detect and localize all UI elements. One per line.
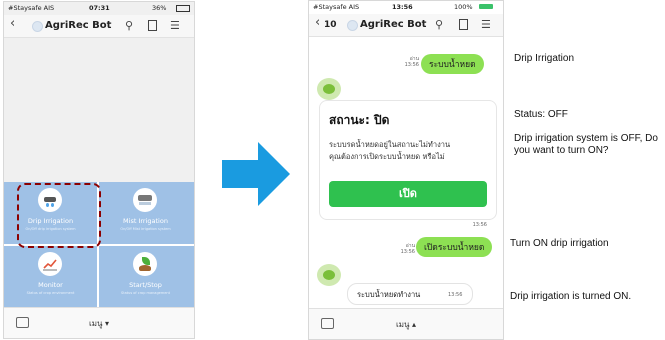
menu-toggle[interactable]: เมนู ▾	[4, 317, 194, 330]
tile-label: Start/Stop	[129, 281, 162, 289]
card-title: สถานะ: ปิด	[329, 113, 390, 127]
status-bar: #Staysafe AIS 13:56 100%	[309, 1, 503, 13]
turn-on-button[interactable]: เปิด	[329, 181, 487, 207]
mist-icon	[133, 188, 157, 212]
annotation-status-off: Status: OFF	[514, 109, 568, 120]
read-timestamp: อ่าน 13:56	[391, 56, 419, 68]
bot-avatar-icon	[317, 78, 341, 100]
unread-count[interactable]: 10	[324, 20, 337, 30]
right-phone-screen: #Staysafe AIS 13:56 100% ‹ 10 AgriRec Bo…	[308, 0, 504, 340]
user-message-bubble: เปิดระบบน้ำหยด	[416, 237, 493, 257]
chat-title: AgriRec Bot	[360, 19, 427, 30]
tile-subtitle: On/Off Mist irrigation system	[120, 227, 171, 231]
menu-icon[interactable]: ☰	[481, 18, 491, 31]
arrow-right-icon	[222, 142, 290, 206]
tile-label: Mist Irrigation	[123, 217, 168, 225]
bot-message-text: ระบบน้ำหยดทำงาน	[357, 290, 421, 299]
annotation-drip-irrigation: Drip Irrigation	[514, 53, 575, 64]
bot-avatar-icon	[347, 20, 358, 31]
plant-icon	[133, 252, 157, 276]
left-phone-screen: #Staysafe AIS 07:31 36% ‹ AgriRec Bot ⚲ …	[3, 1, 195, 339]
status-card: สถานะ: ปิด ระบบรดน้ำหยดอยู่ในสถานะไม่ทำง…	[319, 100, 497, 220]
chat-title: AgriRec Bot	[45, 20, 112, 31]
message-time: 13:56	[400, 249, 415, 255]
notes-icon[interactable]	[459, 19, 468, 30]
tile-monitor[interactable]: Monitor Status of crop environment	[4, 246, 97, 308]
bot-avatar-icon	[317, 264, 341, 286]
back-chevron-icon[interactable]: ‹	[315, 15, 320, 30]
tile-subtitle: Status of crop management	[121, 291, 170, 295]
chat-footer: เมนู ▴	[309, 308, 503, 339]
highlight-box	[17, 183, 101, 248]
menu-toggle[interactable]: เมนู ▴	[309, 318, 503, 331]
card-body-line: ระบบรดน้ำหยดอยู่ในสถานะไม่ทำงาน	[329, 140, 451, 149]
chat-footer: เมนู ▾	[4, 307, 194, 338]
tile-mist-irrigation[interactable]: Mist Irrigation On/Off Mist irrigation s…	[99, 182, 192, 244]
card-body-line: คุณต้องการเปิดระบบน้ำหยด หรือไม่	[329, 152, 445, 161]
read-timestamp: อ่าน 13:56	[387, 243, 415, 255]
user-message-bubble: ระบบน้ำหยด	[421, 54, 484, 74]
annotation-question: Drip irrigation system is OFF, Do you wa…	[514, 133, 658, 156]
battery-icon	[479, 4, 493, 9]
bot-message-bubble: ระบบน้ำหยดทำงาน 13:56	[347, 283, 473, 305]
menu-icon[interactable]: ☰	[170, 19, 180, 32]
chat-header: ‹ 10 AgriRec Bot ⚲ ☰	[309, 14, 503, 37]
message-time: 13:56	[472, 222, 487, 228]
message-time: 13:56	[404, 62, 419, 68]
annotation-turn-on: Turn ON drip irrigation	[510, 238, 609, 249]
annotation-turned-on: Drip irrigation is turned ON.	[510, 291, 632, 302]
search-icon[interactable]: ⚲	[435, 18, 443, 31]
monitor-chart-icon	[38, 252, 62, 276]
tile-label: Monitor	[38, 281, 63, 289]
bot-avatar-icon	[32, 21, 43, 32]
chat-header: ‹ AgriRec Bot ⚲ ☰	[4, 15, 194, 38]
search-icon[interactable]: ⚲	[125, 19, 133, 32]
battery-label: 36%	[152, 4, 167, 12]
clock: 13:56	[392, 3, 413, 11]
carrier-label: #Staysafe AIS	[313, 3, 360, 11]
battery-label: 100%	[454, 3, 473, 11]
tile-subtitle: Status of crop environment	[26, 291, 75, 295]
tile-start-stop[interactable]: Start/Stop Status of crop management	[99, 246, 192, 308]
notes-icon[interactable]	[148, 20, 157, 31]
back-chevron-icon[interactable]: ‹	[10, 16, 15, 31]
battery-icon	[176, 5, 190, 12]
carrier-label: #Staysafe AIS	[8, 4, 55, 12]
status-bar: #Staysafe AIS 07:31 36%	[4, 2, 194, 14]
clock: 07:31	[89, 4, 110, 12]
message-time: 13:56	[448, 292, 463, 298]
